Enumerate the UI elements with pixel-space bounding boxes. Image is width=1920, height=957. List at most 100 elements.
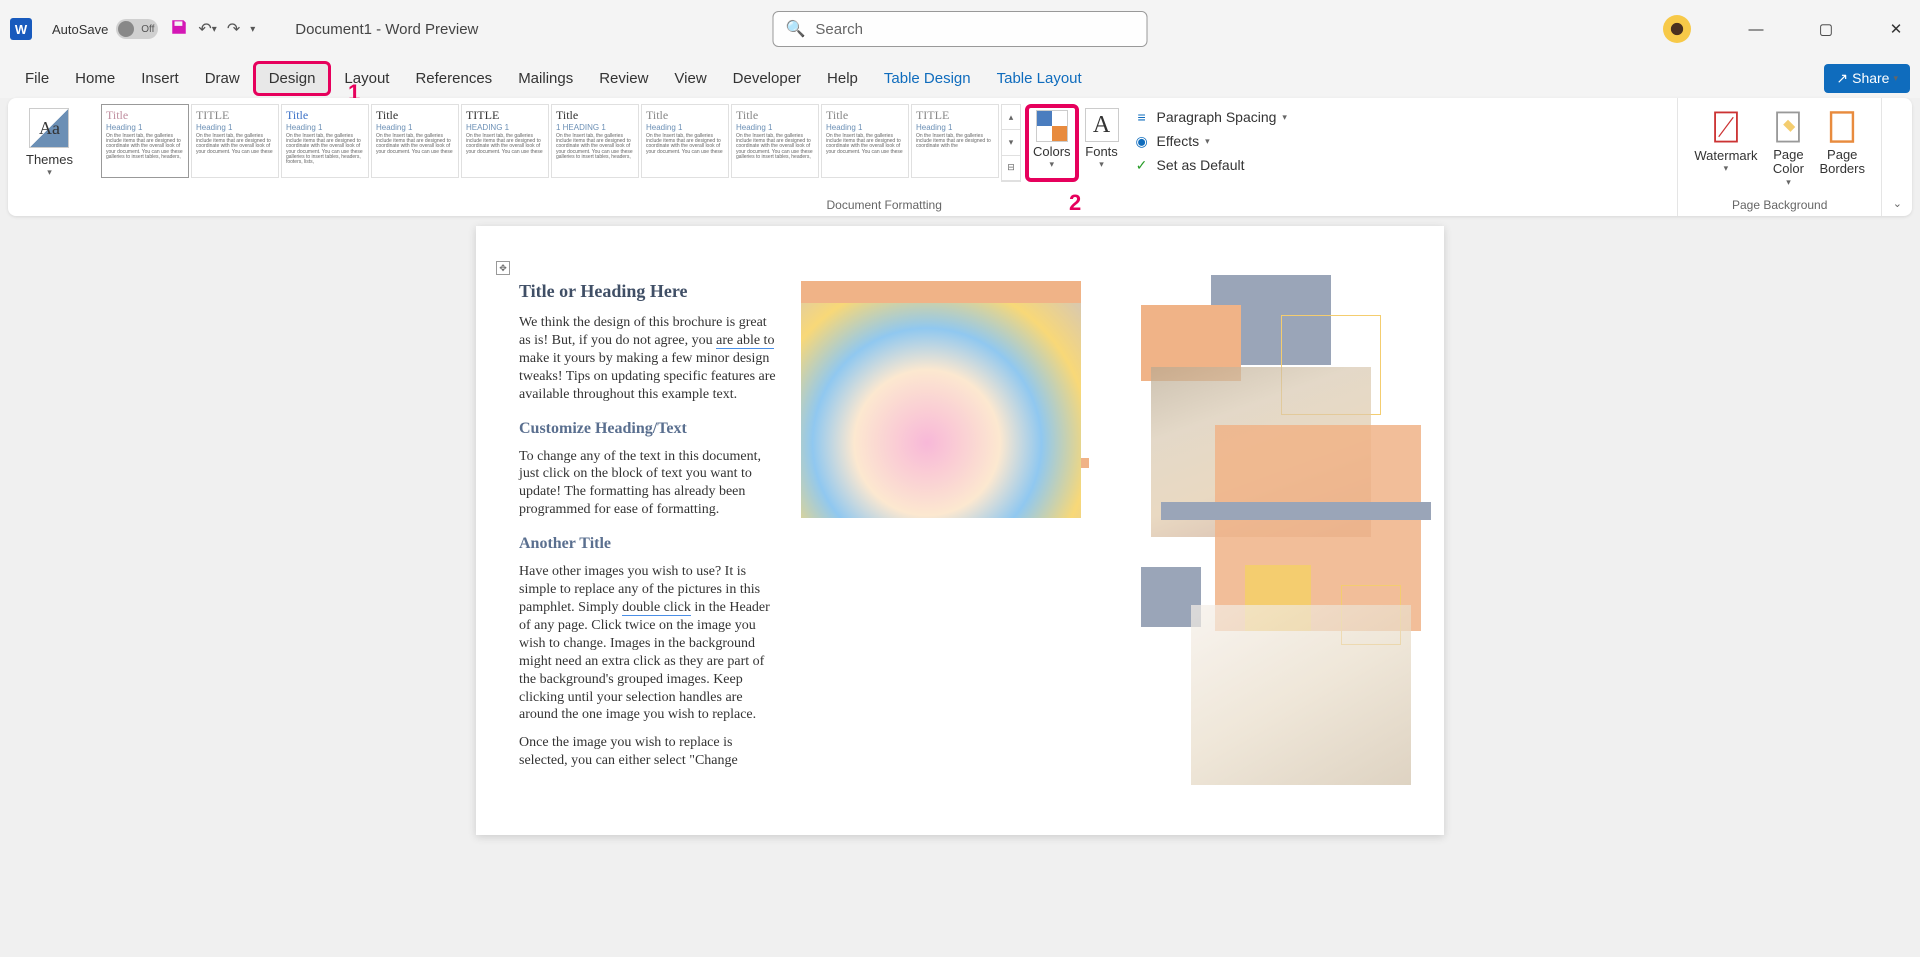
maximize-icon[interactable]: ▢ — [1806, 20, 1846, 38]
themes-button[interactable]: Aa Themes ▾ — [18, 104, 81, 182]
chevron-down-icon: ▾ — [1893, 73, 1898, 84]
search-box[interactable]: 🔍 Search — [773, 11, 1148, 47]
gallery-scroll[interactable]: ▴ ▾ ⊟ — [1001, 104, 1021, 182]
page-color-button[interactable]: PageColor ▾ — [1763, 104, 1813, 192]
menu-mailings[interactable]: Mailings — [505, 64, 586, 93]
doc-title-heading[interactable]: Title or Heading Here — [519, 281, 781, 302]
menu-view[interactable]: View — [661, 64, 719, 93]
redo-icon[interactable]: ↷ — [227, 19, 240, 39]
autosave-toggle[interactable]: AutoSave Off — [52, 19, 158, 39]
gallery-more-icon[interactable]: ⊟ — [1002, 156, 1020, 181]
set-default-button[interactable]: ✓ Set as Default — [1133, 156, 1287, 174]
menu-developer[interactable]: Developer — [720, 64, 814, 93]
menu-design[interactable]: Design — [253, 61, 332, 96]
doc-paragraph[interactable]: Have other images you wish to use? It is… — [519, 563, 781, 724]
colors-button[interactable]: Colors ▾ — [1025, 104, 1079, 182]
document-canvas: ✥ Title or Heading Here We think the des… — [0, 222, 1920, 835]
effects-icon: ◉ — [1133, 132, 1151, 150]
gallery-up-icon[interactable]: ▴ — [1002, 105, 1020, 130]
quick-access-toolbar: ↶▾ ↷ ▾ — [170, 18, 255, 41]
photo-collage[interactable] — [1111, 275, 1431, 795]
table-move-handle[interactable]: ✥ — [496, 261, 510, 275]
style-set-item[interactable]: TitleHeading 1On the Insert tab, the gal… — [281, 104, 369, 178]
document-title: Document1 - Word Preview — [295, 21, 478, 38]
style-set-item[interactable]: TitleHeading 1On the Insert tab, the gal… — [101, 104, 189, 178]
close-icon[interactable]: ✕ — [1876, 20, 1916, 38]
spellcheck-underline[interactable]: double click — [622, 600, 691, 616]
watermark-icon — [1707, 108, 1745, 146]
style-set-item[interactable]: Title1 HEADING 1On the Insert tab, the g… — [551, 104, 639, 178]
page-borders-icon — [1823, 108, 1861, 146]
paragraph-spacing-button[interactable]: ≡ Paragraph Spacing ▾ — [1133, 108, 1287, 126]
style-set-item[interactable]: TITLEHeading 1On the Insert tab, the gal… — [911, 104, 999, 178]
chevron-down-icon: ▾ — [47, 167, 52, 178]
style-set-item[interactable]: TITLEHeading 1On the Insert tab, the gal… — [191, 104, 279, 178]
style-set-item[interactable]: TitleHeading 1On the Insert tab, the gal… — [731, 104, 819, 178]
doc-heading-2[interactable]: Another Title — [519, 535, 781, 553]
minimize-icon[interactable]: — — [1736, 21, 1776, 38]
menubar: File Home Insert Draw Design Layout Refe… — [0, 58, 1920, 98]
doc-paragraph[interactable]: Once the image you wish to replace is se… — [519, 734, 781, 770]
doc-paragraph[interactable]: We think the design of this brochure is … — [519, 314, 781, 404]
spellcheck-underline[interactable]: are able to — [716, 333, 774, 349]
ribbon-collapse-icon[interactable]: ⌄ — [1893, 197, 1902, 210]
menu-draw[interactable]: Draw — [192, 64, 253, 93]
menu-help[interactable]: Help — [814, 64, 871, 93]
brochure-photo-child-hands[interactable] — [801, 303, 1081, 518]
style-set-item[interactable]: TITLEHEADING 1On the Insert tab, the gal… — [461, 104, 549, 178]
chevron-down-icon: ▾ — [1049, 159, 1054, 170]
autosave-label: AutoSave — [52, 22, 108, 37]
left-column[interactable]: Title or Heading Here We think the desig… — [519, 281, 781, 780]
effects-button[interactable]: ◉ Effects ▾ — [1133, 132, 1287, 150]
watermark-button[interactable]: Watermark ▾ — [1688, 104, 1763, 192]
share-icon: ↗ — [1836, 70, 1848, 87]
share-button[interactable]: ↗ Share ▾ — [1824, 64, 1910, 93]
chevron-down-icon: ▾ — [1205, 136, 1210, 147]
word-app-icon: W — [10, 18, 32, 40]
themes-group: Aa Themes ▾ — [8, 98, 91, 216]
style-set-gallery[interactable]: TitleHeading 1On the Insert tab, the gal… — [101, 104, 999, 182]
search-icon: 🔍 — [786, 19, 806, 39]
menu-insert[interactable]: Insert — [128, 64, 192, 93]
titlebar: W AutoSave Off ↶▾ ↷ ▾ Document1 - Word P… — [0, 0, 1920, 58]
gallery-down-icon[interactable]: ▾ — [1002, 130, 1020, 155]
qat-more-icon[interactable]: ▾ — [250, 24, 255, 35]
menu-home[interactable]: Home — [62, 64, 128, 93]
doc-paragraph[interactable]: To change any of the text in this docume… — [519, 448, 781, 520]
bottom-decorative-bar — [1161, 502, 1431, 520]
menu-review[interactable]: Review — [586, 64, 661, 93]
themes-icon: Aa — [29, 108, 69, 148]
document-formatting-group: TitleHeading 1On the Insert tab, the gal… — [91, 98, 1678, 216]
menu-references[interactable]: References — [402, 64, 505, 93]
colors-icon — [1036, 110, 1068, 142]
style-set-item[interactable]: TitleHeading 1On the Insert tab, the gal… — [821, 104, 909, 178]
style-set-item[interactable]: TitleHeading 1On the Insert tab, the gal… — [641, 104, 729, 178]
search-placeholder: Search — [815, 21, 863, 38]
chevron-down-icon: ▾ — [1786, 177, 1791, 188]
doc-heading-2[interactable]: Customize Heading/Text — [519, 420, 781, 438]
formatting-options: ≡ Paragraph Spacing ▾ ◉ Effects ▾ ✓ Set … — [1125, 104, 1295, 182]
document-page[interactable]: ✥ Title or Heading Here We think the des… — [476, 226, 1444, 835]
fonts-icon: A — [1085, 108, 1119, 142]
fonts-button[interactable]: A Fonts ▾ — [1079, 104, 1125, 182]
menu-file[interactable]: File — [12, 64, 62, 93]
undo-icon[interactable]: ↶▾ — [198, 19, 216, 39]
toggle-switch[interactable]: Off — [116, 19, 158, 39]
chevron-down-icon: ▾ — [1282, 112, 1287, 123]
checkmark-icon: ✓ — [1133, 156, 1151, 174]
menu-table-design[interactable]: Table Design — [871, 64, 984, 93]
page-background-group: Watermark ▾ PageColor ▾ PageBorders Page… — [1678, 98, 1882, 216]
paragraph-spacing-icon: ≡ — [1133, 108, 1151, 126]
chevron-down-icon: ▾ — [1099, 159, 1104, 170]
page-color-icon — [1769, 108, 1807, 146]
user-avatar[interactable] — [1663, 15, 1691, 43]
right-column[interactable]: Add a Heading Here This brochure is desi… — [801, 281, 1401, 780]
style-set-item[interactable]: TitleHeading 1On the Insert tab, the gal… — [371, 104, 459, 178]
window-controls: — ▢ ✕ — [1663, 15, 1916, 43]
menu-table-layout[interactable]: Table Layout — [984, 64, 1095, 93]
save-icon[interactable] — [170, 18, 188, 41]
menu-layout[interactable]: Layout — [331, 64, 402, 93]
brochure-photo-drawing[interactable] — [1191, 605, 1411, 785]
group-label-formatting: Document Formatting — [91, 198, 1677, 212]
page-borders-button[interactable]: PageBorders — [1813, 104, 1871, 192]
